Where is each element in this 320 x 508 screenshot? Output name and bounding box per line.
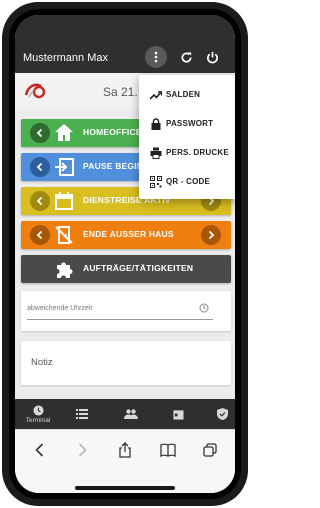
logout-button[interactable] <box>201 46 223 68</box>
browser-back-button[interactable] <box>29 442 49 458</box>
menu-label-balances: SALDEN <box>166 90 201 99</box>
lock-icon <box>151 118 161 130</box>
bottom-navigation: Terminal <box>15 399 235 429</box>
menu-item-balances[interactable]: SALDEN <box>139 81 235 109</box>
door-crossed-icon <box>55 226 73 244</box>
tabs-icon <box>203 443 217 457</box>
bookmarks-icon <box>160 443 176 457</box>
nav-terminal[interactable]: Terminal <box>21 399 55 429</box>
menu-label-qr-code: QR - CODE <box>166 177 211 186</box>
printer-icon <box>150 147 162 159</box>
clock-icon <box>32 404 44 416</box>
orders-activities-label: AUFTRÄGE/TÄTIGKEITEN <box>83 263 194 273</box>
overflow-menu: SALDEN PASSWORT PERS. DRUCKE QR - CODE <box>139 75 235 199</box>
nav-shield[interactable] <box>211 399 233 429</box>
screen: Mustermann Max Sa 21. HOMEOFFICE PAUSE B… <box>15 15 235 493</box>
deviating-time-input[interactable]: abweichende Uhrzeit <box>27 305 213 320</box>
chevron-left-icon <box>36 128 43 138</box>
menu-label-password: PASSWORT <box>166 119 214 128</box>
chevron-right-icon <box>208 230 215 240</box>
homeoffice-prev-button[interactable] <box>30 123 50 143</box>
browser-toolbar <box>15 429 235 493</box>
chevron-left-icon <box>36 230 43 240</box>
home-indicator[interactable] <box>75 486 175 490</box>
orders-activities-button[interactable]: AUFTRÄGE/TÄTIGKEITEN <box>21 255 231 283</box>
people-icon <box>124 409 138 419</box>
note-input-card[interactable]: Notiz <box>21 341 231 385</box>
pause-prev-button[interactable] <box>30 157 50 177</box>
homeoffice-label: HOMEOFFICE <box>83 127 142 137</box>
current-date: Sa 21. <box>103 85 138 99</box>
browser-share-button[interactable] <box>115 442 135 458</box>
list-icon <box>76 409 88 419</box>
end-off-site-button[interactable]: ENDE AUSSER HAUS <box>21 221 231 249</box>
menu-item-personal-prints[interactable]: PERS. DRUCKE <box>139 139 235 167</box>
trend-icon <box>150 91 162 100</box>
clock-icon[interactable] <box>199 303 209 313</box>
home-icon <box>55 124 73 141</box>
chevron-left-icon <box>36 162 43 172</box>
chevron-left-icon <box>36 196 43 206</box>
calendar-icon <box>55 192 73 210</box>
app-header: Mustermann Max <box>15 15 235 73</box>
menu-label-personal-prints: PERS. DRUCKE <box>166 148 229 157</box>
share-icon <box>119 442 131 458</box>
phone-bezel: Mustermann Max Sa 21. HOMEOFFICE PAUSE B… <box>9 9 241 499</box>
forward-icon <box>78 443 87 457</box>
shield-check-icon <box>216 408 228 420</box>
browser-forward-button[interactable] <box>72 442 92 458</box>
browser-bookmarks-button[interactable] <box>158 442 178 458</box>
nav-calendar[interactable] <box>165 399 191 429</box>
qr-code-icon <box>150 176 162 188</box>
nav-terminal-label: Terminal <box>25 416 51 424</box>
refresh-icon <box>180 51 192 63</box>
phone-frame: Mustermann Max Sa 21. HOMEOFFICE PAUSE B… <box>2 2 248 506</box>
end-off-site-label: ENDE AUSSER HAUS <box>83 229 174 239</box>
back-icon <box>34 443 43 457</box>
menu-item-password[interactable]: PASSWORT <box>139 110 235 138</box>
power-icon <box>206 51 218 63</box>
more-menu-button[interactable] <box>145 46 167 68</box>
end-off-site-next-button[interactable] <box>201 225 221 245</box>
nav-people[interactable] <box>118 399 144 429</box>
browser-tabs-button[interactable] <box>200 442 220 458</box>
refresh-button[interactable] <box>175 46 197 68</box>
company-logo <box>24 83 46 99</box>
calendar-icon <box>172 409 184 420</box>
user-name: Mustermann Max <box>23 52 108 64</box>
end-off-site-prev-button[interactable] <box>30 225 50 245</box>
nav-list[interactable] <box>69 399 95 429</box>
business-trip-prev-button[interactable] <box>30 191 50 211</box>
enter-arrow-icon <box>55 158 74 176</box>
note-input[interactable]: Notiz <box>31 357 53 368</box>
puzzle-icon <box>57 262 73 278</box>
more-vert-icon <box>154 51 158 63</box>
time-input-card: abweichende Uhrzeit <box>21 291 231 331</box>
menu-item-qr-code[interactable]: QR - CODE <box>139 168 235 196</box>
